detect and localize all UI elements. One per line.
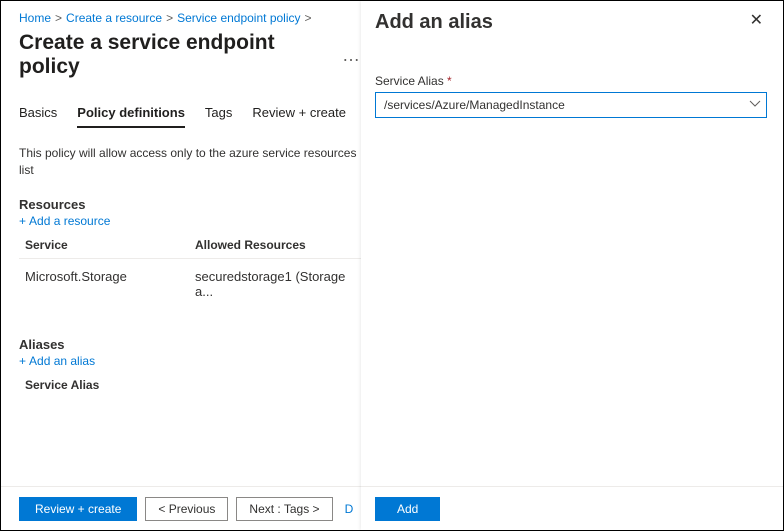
tab-review-create[interactable]: Review + create bbox=[252, 105, 346, 128]
add-resource-label: Add a resource bbox=[29, 214, 110, 228]
breadcrumb-item-service-endpoint-policy[interactable]: Service endpoint policy bbox=[177, 11, 300, 25]
plus-icon: + bbox=[19, 354, 26, 368]
column-allowed-resources: Allowed Resources bbox=[195, 238, 361, 252]
breadcrumb: Home > Create a resource > Service endpo… bbox=[19, 11, 361, 25]
service-alias-value: /services/Azure/ManagedInstance bbox=[384, 98, 565, 112]
resources-table: Service Allowed Resources Microsoft.Stor… bbox=[19, 234, 361, 309]
chevron-right-icon: > bbox=[166, 11, 173, 25]
trailing-link[interactable]: D bbox=[345, 502, 354, 516]
tab-basics[interactable]: Basics bbox=[19, 105, 57, 128]
panel-footer: Add bbox=[361, 486, 783, 530]
tab-policy-definitions[interactable]: Policy definitions bbox=[77, 105, 185, 128]
close-icon[interactable]: ✕ bbox=[746, 11, 767, 31]
cell-allowed-resources: securedstorage1 (Storage a... bbox=[195, 269, 361, 299]
tab-description: This policy will allow access only to th… bbox=[19, 145, 361, 179]
review-create-button[interactable]: Review + create bbox=[19, 497, 137, 521]
cell-service: Microsoft.Storage bbox=[25, 269, 195, 299]
service-alias-select[interactable]: /services/Azure/ManagedInstance bbox=[375, 92, 767, 118]
more-actions-button[interactable]: … bbox=[342, 45, 361, 66]
breadcrumb-item-create-resource[interactable]: Create a resource bbox=[66, 11, 162, 25]
aliases-heading: Aliases bbox=[19, 337, 361, 352]
panel-title: Add an alias bbox=[375, 11, 493, 34]
wizard-footer: Review + create < Previous Next : Tags >… bbox=[1, 486, 361, 530]
breadcrumb-item-home[interactable]: Home bbox=[19, 11, 51, 25]
column-service: Service bbox=[25, 238, 195, 252]
chevron-right-icon: > bbox=[305, 11, 312, 25]
table-row[interactable]: Microsoft.Storage securedstorage1 (Stora… bbox=[19, 259, 361, 309]
column-service-alias: Service Alias bbox=[19, 374, 361, 398]
chevron-right-icon: > bbox=[55, 11, 62, 25]
plus-icon: + bbox=[19, 214, 26, 228]
tab-tags[interactable]: Tags bbox=[205, 105, 232, 128]
tabs: Basics Policy definitions Tags Review + … bbox=[19, 105, 361, 129]
page-title: Create a service endpoint policy bbox=[19, 31, 334, 79]
add-resource-link[interactable]: + Add a resource bbox=[19, 214, 361, 228]
add-alias-label: Add an alias bbox=[29, 354, 95, 368]
previous-button[interactable]: < Previous bbox=[145, 497, 228, 521]
add-button[interactable]: Add bbox=[375, 497, 440, 521]
resources-heading: Resources bbox=[19, 197, 361, 212]
main-pane: Home > Create a resource > Service endpo… bbox=[1, 1, 361, 530]
service-alias-label: Service Alias * bbox=[375, 74, 767, 88]
required-star-icon: * bbox=[447, 74, 452, 88]
add-alias-panel: Add an alias ✕ Service Alias * /services… bbox=[361, 1, 783, 530]
add-alias-link[interactable]: + Add an alias bbox=[19, 354, 361, 368]
next-button[interactable]: Next : Tags > bbox=[236, 497, 332, 521]
